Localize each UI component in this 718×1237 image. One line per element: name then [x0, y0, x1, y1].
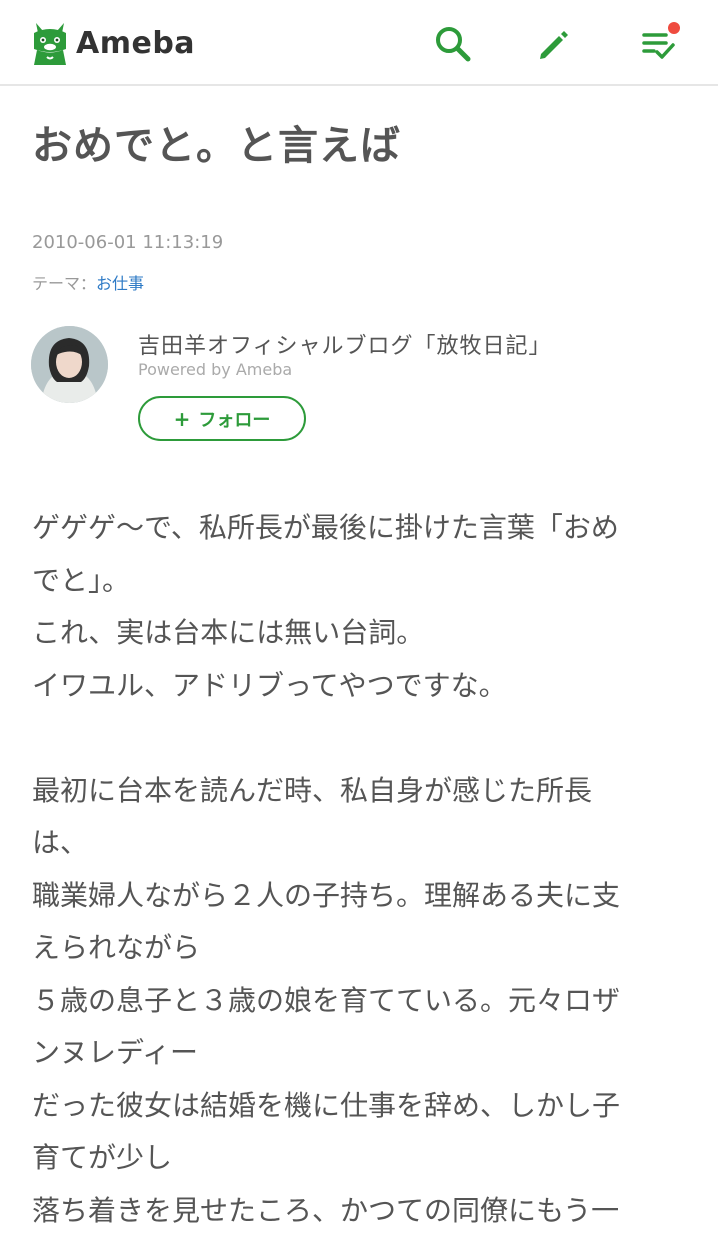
author-photo: [31, 326, 108, 403]
follow-label: フォロー: [198, 406, 270, 432]
ameba-logo[interactable]: Ameba: [30, 18, 195, 68]
search-button[interactable]: [431, 22, 475, 66]
body-line: は、: [32, 817, 692, 870]
plus-icon: +: [174, 407, 191, 431]
search-icon: [433, 24, 473, 64]
logo-text: Ameba: [76, 26, 195, 61]
blog-name[interactable]: 吉田羊オフィシャルブログ「放牧日記」: [138, 328, 552, 360]
ameba-logo-icon: [30, 19, 70, 67]
avatar[interactable]: [31, 326, 108, 403]
body-line: ５歳の息子と３歳の娘を育てている。元々ロザ: [32, 975, 692, 1028]
body-line: ゲゲゲ〜で、私所長が最後に掛けた言葉「おめ: [32, 502, 692, 555]
body-line: 最初に台本を読んだ時、私自身が感じた所長: [32, 765, 692, 818]
body-line: [32, 712, 692, 765]
post-date: 2010-06-01 11:13:19: [32, 232, 223, 253]
post-theme: テーマ：お仕事: [32, 270, 144, 294]
write-post-button[interactable]: [531, 22, 575, 66]
powered-by: Powered by Ameba: [138, 360, 292, 379]
follow-button[interactable]: + フォロー: [138, 396, 306, 441]
article-body: ゲゲゲ〜で、私所長が最後に掛けた言葉「おめ でと」。 これ、実は台本には無い台詞…: [32, 502, 692, 1237]
body-line: これ、実は台本には無い台詞。: [32, 607, 692, 660]
pencil-icon: [533, 24, 573, 64]
body-line: だった彼女は結婚を機に仕事を辞め、しかし子: [32, 1080, 692, 1133]
body-line: でと」。: [32, 555, 692, 608]
body-line: 落ち着きを見せたころ、かつての同僚にもう一: [32, 1185, 692, 1237]
reading-list-button[interactable]: [636, 22, 680, 66]
theme-link[interactable]: お仕事: [96, 274, 144, 293]
theme-label: テーマ：: [32, 274, 96, 293]
article-title: おめでと。と言えば: [32, 113, 401, 171]
notification-dot: [668, 22, 680, 34]
body-line: ンヌレディー: [32, 1027, 692, 1080]
body-line: イワユル、アドリブってやつですな。: [32, 660, 692, 713]
body-line: 育てが少し: [32, 1132, 692, 1185]
body-line: えられながら: [32, 922, 692, 975]
body-line: 職業婦人ながら２人の子持ち。理解ある夫に支: [32, 870, 692, 923]
app-header: Ameba: [0, 0, 718, 86]
